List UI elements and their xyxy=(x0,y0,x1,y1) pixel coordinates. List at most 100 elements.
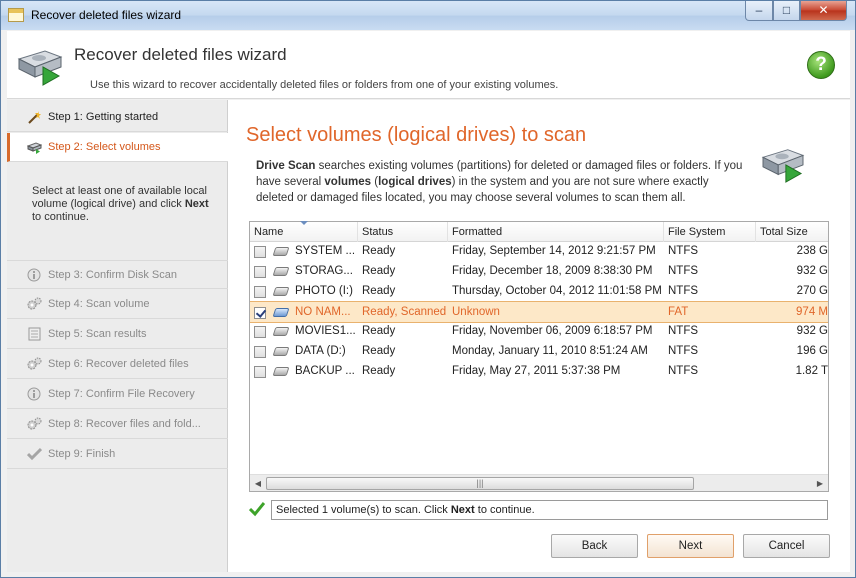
volume-icon xyxy=(272,247,290,256)
cell-status: Ready xyxy=(362,245,396,257)
page-title: Select volumes (logical drives) to scan xyxy=(246,124,587,146)
table-row-selected[interactable]: NO NAM... Ready, Scanned Unknown FAT 974… xyxy=(250,301,828,323)
volume-icon xyxy=(272,267,290,276)
step-label: Step 1: Getting started xyxy=(48,111,159,123)
cell-status: Ready xyxy=(362,365,396,377)
wizard-window: Recover deleted files wizard – □ ✕ Recov… xyxy=(0,0,856,578)
wand-icon xyxy=(28,111,41,124)
next-button[interactable]: Next xyxy=(647,534,734,558)
app-icon xyxy=(8,8,24,22)
step-finish[interactable]: Step 9: Finish xyxy=(7,440,228,469)
usb-drive-icon xyxy=(272,308,290,317)
step-label: Step 8: Recover files and fold... xyxy=(48,418,201,430)
scroll-right-icon[interactable]: ▶ xyxy=(813,477,827,490)
cancel-button[interactable]: Cancel xyxy=(743,534,830,558)
cell-file-system: NTFS xyxy=(668,365,699,377)
step-description: Select at least one of available local v… xyxy=(32,185,209,223)
step-label: Step 2: Select volumes xyxy=(48,141,161,153)
column-file-system[interactable]: File System xyxy=(664,222,756,242)
window-title: Recover deleted files wizard xyxy=(31,8,182,22)
gears-icon xyxy=(27,297,42,310)
cell-formatted: Friday, December 18, 2009 8:38:30 PM xyxy=(452,265,653,277)
scroll-left-icon[interactable]: ◀ xyxy=(251,477,265,490)
info-icon xyxy=(27,387,41,401)
close-button[interactable]: ✕ xyxy=(800,1,847,21)
scrollbar-thumb[interactable]: ||| xyxy=(266,477,694,490)
volume-icon xyxy=(272,367,290,376)
check-icon xyxy=(27,447,42,461)
step-scan-volume[interactable]: Step 4: Scan volume xyxy=(7,290,228,319)
back-button[interactable]: Back xyxy=(551,534,638,558)
volume-checkbox[interactable] xyxy=(254,286,266,298)
step-confirm-disk-scan[interactable]: Step 3: Confirm Disk Scan xyxy=(7,260,228,289)
table-row[interactable]: PHOTO (I:) Ready Thursday, October 04, 2… xyxy=(250,282,828,302)
gears-icon xyxy=(27,417,42,430)
step-confirm-file-recovery[interactable]: Step 7: Confirm File Recovery xyxy=(7,380,228,409)
volume-icon xyxy=(272,287,290,296)
cell-status: Ready, Scanned xyxy=(362,306,447,318)
sort-indicator-icon xyxy=(300,221,308,225)
check-icon xyxy=(249,502,265,517)
step-getting-started[interactable]: Step 1: Getting started xyxy=(7,103,228,132)
cell-name: STORAG... xyxy=(295,265,353,277)
horizontal-scrollbar[interactable]: ◀ ||| ▶ xyxy=(250,474,828,491)
cell-file-system: NTFS xyxy=(668,285,699,297)
cell-file-system: NTFS xyxy=(668,245,699,257)
cell-formatted: Monday, January 11, 2010 8:51:24 AM xyxy=(452,345,648,357)
intro-text: Drive Scan searches existing volumes (pa… xyxy=(256,160,743,204)
column-status[interactable]: Status xyxy=(358,222,448,242)
cell-name: SYSTEM ... xyxy=(295,245,356,257)
step-label: Step 4: Scan volume xyxy=(48,298,150,310)
step-recover-files-and-folders[interactable]: Step 8: Recover files and fold... xyxy=(7,410,228,439)
cell-status: Ready xyxy=(362,285,396,297)
volume-checkbox[interactable] xyxy=(254,266,266,278)
cell-status: Ready xyxy=(362,325,396,337)
cell-file-system: NTFS xyxy=(668,345,699,357)
table-row[interactable]: MOVIES1... Ready Friday, November 06, 20… xyxy=(250,322,828,342)
volume-checkbox[interactable] xyxy=(254,366,266,378)
cell-size: 238 G xyxy=(796,245,828,257)
cell-name: MOVIES1... xyxy=(295,325,356,337)
volume-icon xyxy=(272,327,290,336)
help-icon[interactable]: ? xyxy=(807,51,835,79)
table-row[interactable]: BACKUP ... Ready Friday, May 27, 2011 5:… xyxy=(250,362,828,382)
cell-status: Ready xyxy=(362,345,396,357)
table-row[interactable]: STORAG... Ready Friday, December 18, 200… xyxy=(250,262,828,282)
drive-scan-icon xyxy=(761,149,805,183)
step-select-volumes[interactable]: Step 2: Select volumes xyxy=(7,133,228,162)
column-name[interactable]: Name xyxy=(250,222,358,242)
status-text: Selected 1 volume(s) to scan. Click Next… xyxy=(271,500,828,520)
column-formatted[interactable]: Formatted xyxy=(448,222,664,242)
step-scan-results[interactable]: Step 5: Scan results xyxy=(7,320,228,349)
cell-size: 270 G xyxy=(796,285,828,297)
cell-formatted: Friday, May 27, 2011 5:37:38 PM xyxy=(452,365,621,377)
step-recover-deleted-files[interactable]: Step 6: Recover deleted files xyxy=(7,350,228,379)
volume-checkbox[interactable] xyxy=(254,307,266,319)
cell-size: 196 G xyxy=(796,345,828,357)
table-header: Name Status Formatted File System Total … xyxy=(250,221,828,242)
drive-recover-icon xyxy=(17,50,63,86)
cell-file-system: NTFS xyxy=(668,325,699,337)
cell-formatted: Friday, September 14, 2012 9:21:57 PM xyxy=(452,245,656,257)
step-label: Step 6: Recover deleted files xyxy=(48,358,189,370)
step-label: Step 7: Confirm File Recovery xyxy=(48,388,195,400)
maximize-button[interactable]: □ xyxy=(773,1,800,21)
column-total-size[interactable]: Total Size xyxy=(756,222,828,242)
volume-checkbox[interactable] xyxy=(254,346,266,358)
volume-checkbox[interactable] xyxy=(254,246,266,258)
wizard-header: Recover deleted files wizard Use this wi… xyxy=(7,31,850,99)
cell-file-system: FAT xyxy=(668,306,689,318)
table-row[interactable]: SYSTEM ... Ready Friday, September 14, 2… xyxy=(250,242,828,262)
title-bar[interactable]: Recover deleted files wizard – □ ✕ xyxy=(1,1,855,30)
minimize-button[interactable]: – xyxy=(745,1,773,21)
volume-checkbox[interactable] xyxy=(254,326,266,338)
cell-size: 1.82 T xyxy=(795,365,828,377)
cell-status: Ready xyxy=(362,265,396,277)
header-subtitle: Use this wizard to recover accidentally … xyxy=(90,79,559,91)
cell-name: BACKUP ... xyxy=(295,365,355,377)
cell-name: PHOTO (I:) xyxy=(295,285,353,297)
table-row[interactable]: DATA (D:) Ready Monday, January 11, 2010… xyxy=(250,342,828,362)
cell-name: DATA (D:) xyxy=(295,345,346,357)
drive-icon xyxy=(27,142,42,154)
cell-file-system: NTFS xyxy=(668,265,699,277)
